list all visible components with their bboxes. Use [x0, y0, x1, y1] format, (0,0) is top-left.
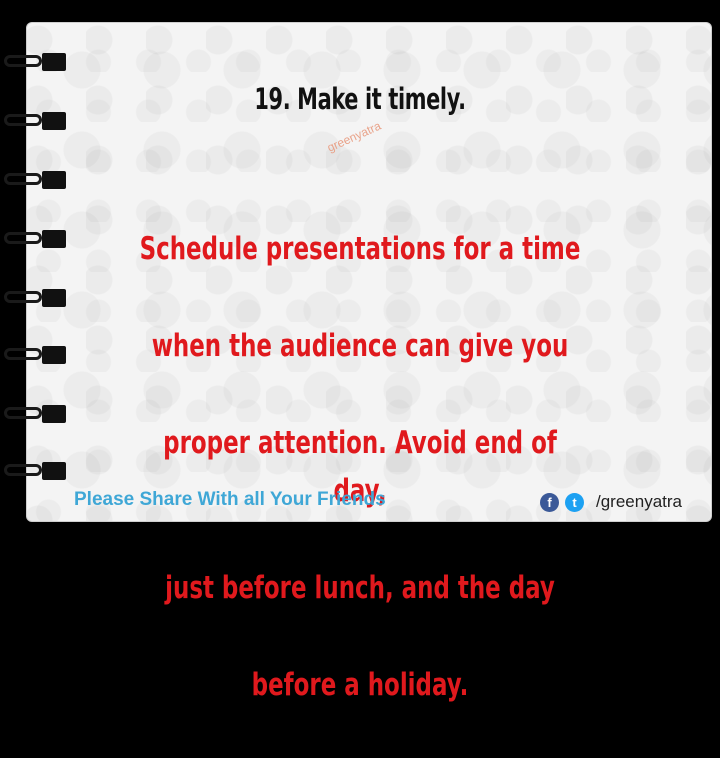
social-handle[interactable]: /greenyatra: [596, 492, 682, 512]
twitter-icon[interactable]: t: [565, 492, 584, 512]
binder-ring-icon: [4, 230, 66, 248]
binder-rings: [0, 0, 80, 540]
binder-ring-icon: [4, 171, 66, 189]
binder-ring-icon: [4, 346, 66, 364]
body-line: when the audience can give you: [151, 327, 569, 364]
binder-ring-icon: [4, 112, 66, 130]
facebook-icon[interactable]: f: [540, 492, 559, 512]
slide-title: 19. Make it timely.: [254, 82, 466, 116]
body-line: before a holiday.: [251, 667, 469, 703]
body-line: just before lunch, and the day: [165, 570, 555, 606]
binder-ring-icon: [4, 53, 66, 71]
slide-body: Schedule presentations for a time when t…: [138, 176, 582, 758]
binder-ring-icon: [4, 462, 66, 480]
binder-ring-icon: [4, 289, 66, 307]
share-text: Please Share With all Your Friends: [74, 489, 386, 510]
social-links: f t /greenyatra: [540, 489, 682, 515]
binder-ring-icon: [4, 405, 66, 423]
body-line: Schedule presentations for a time: [139, 230, 581, 267]
